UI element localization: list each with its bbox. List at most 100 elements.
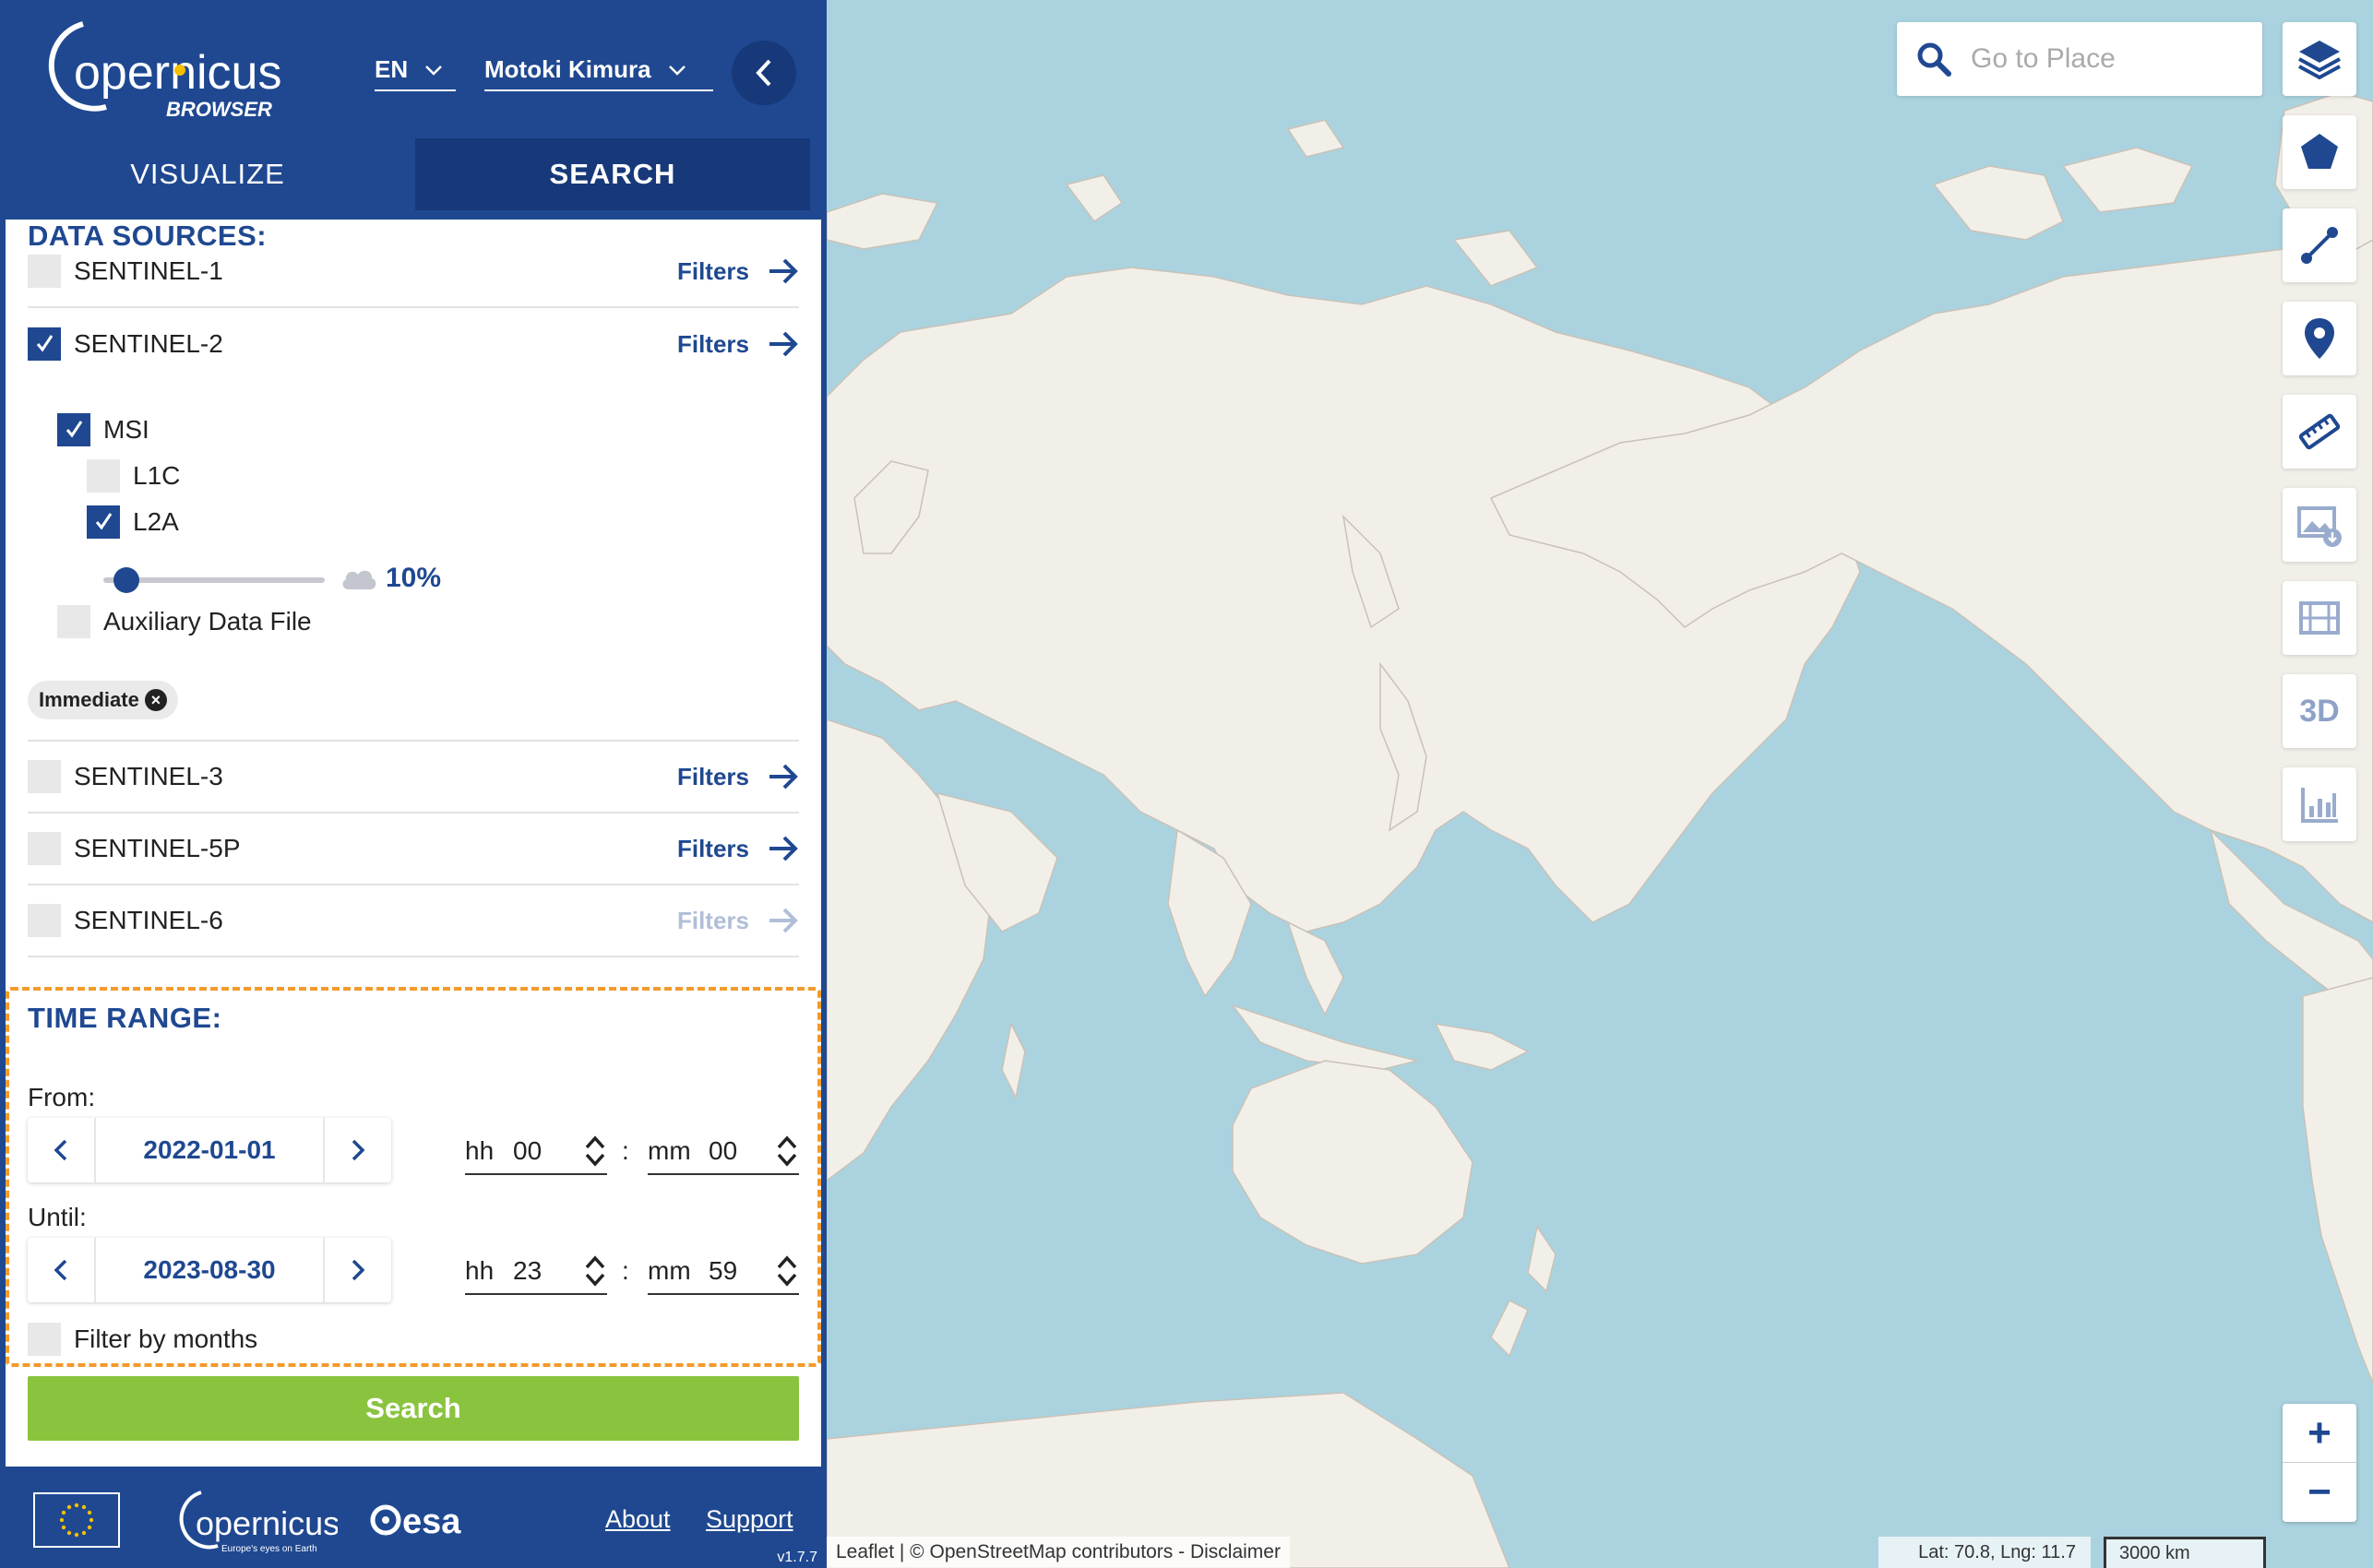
user-name: Motoki Kimura xyxy=(484,55,651,83)
film-icon xyxy=(2299,601,2340,635)
tab-search[interactable]: SEARCH xyxy=(415,138,810,210)
map-scale-bar: 3000 km xyxy=(2104,1537,2266,1568)
datasource-sentinel-1[interactable]: SENTINEL-1 Filters xyxy=(28,236,799,308)
eu-stars-icon xyxy=(59,1503,94,1538)
chevron-left-icon xyxy=(756,59,771,87)
chevron-left-icon xyxy=(54,1259,67,1281)
cloud-coverage-value: 10% xyxy=(386,563,442,593)
datasource-sentinel-6[interactable]: SENTINEL-6 Filters xyxy=(28,885,799,957)
arrow-right-icon xyxy=(769,908,798,933)
from-minute-field[interactable]: mm 00 xyxy=(648,1129,799,1175)
until-hour-value: 23 xyxy=(513,1256,543,1285)
go-to-place-search[interactable] xyxy=(1897,22,2262,96)
up-down-stepper-icon[interactable] xyxy=(775,1253,799,1289)
msi-checkbox[interactable] xyxy=(57,413,90,446)
from-prev-day-button[interactable] xyxy=(28,1118,94,1182)
3d-button[interactable]: 3D xyxy=(2283,674,2356,748)
sentinel-5p-checkbox[interactable] xyxy=(28,832,61,865)
sentinel-5p-filters-button[interactable]: Filters xyxy=(677,835,799,863)
datasource-sentinel-2[interactable]: SENTINEL-2 Filters xyxy=(28,308,799,380)
l1c-option[interactable]: L1C xyxy=(87,459,180,493)
chevron-right-icon xyxy=(352,1139,365,1161)
datasource-sentinel-5p[interactable]: SENTINEL-5P Filters xyxy=(28,814,799,885)
from-date-value[interactable]: 2022-01-01 xyxy=(94,1118,325,1182)
map-view[interactable]: 3D + − Leaflet | © OpenStreetMap contrib… xyxy=(827,0,2373,1568)
sidebar: opernicus BROWSER EN Motoki Kimura VISUA… xyxy=(0,0,827,1568)
sentinel-6-checkbox[interactable] xyxy=(28,904,61,937)
sentinel-2-filters-button[interactable]: Filters xyxy=(677,330,799,359)
filter-by-months-checkbox[interactable] xyxy=(28,1323,61,1356)
timelapse-button[interactable] xyxy=(2283,581,2356,655)
up-down-stepper-icon[interactable] xyxy=(583,1253,607,1289)
aux-file-option[interactable]: Auxiliary Data File xyxy=(57,605,312,638)
polygon-tool-button[interactable] xyxy=(2283,115,2356,189)
datasource-sentinel-3[interactable]: SENTINEL-3 Filters xyxy=(28,742,799,814)
until-date-value[interactable]: 2023-08-30 xyxy=(94,1238,325,1302)
search-button[interactable]: Search xyxy=(28,1376,799,1441)
copernicus-logo[interactable]: opernicus Europe's eyes on Earth xyxy=(162,1489,338,1559)
cloud-icon xyxy=(342,570,376,589)
remove-tag-icon[interactable]: × xyxy=(144,689,167,711)
world-map-land xyxy=(827,91,2373,1568)
sidebar-header: opernicus BROWSER EN Motoki Kimura VISUA… xyxy=(0,0,827,220)
image-download-button[interactable] xyxy=(2283,488,2356,562)
sentinel-3-checkbox[interactable] xyxy=(28,760,61,793)
slider-handle[interactable] xyxy=(113,567,140,593)
sentinel-1-filters-button[interactable]: Filters xyxy=(677,257,799,286)
collapse-sidebar-button[interactable] xyxy=(732,41,796,105)
sentinel-3-filters-button[interactable]: Filters xyxy=(677,763,799,791)
support-link[interactable]: Support xyxy=(706,1505,793,1534)
msi-option[interactable]: MSI xyxy=(57,413,149,446)
go-to-place-input[interactable] xyxy=(1971,43,2248,75)
svg-text:BROWSER: BROWSER xyxy=(166,98,272,121)
zoom-out-button[interactable]: − xyxy=(2283,1463,2356,1522)
l1c-checkbox[interactable] xyxy=(87,459,120,493)
cloud-coverage-slider[interactable] xyxy=(103,567,325,593)
sentinel-6-label: SENTINEL-6 xyxy=(74,906,223,934)
language-select[interactable]: EN xyxy=(375,55,456,91)
l2a-option[interactable]: L2A xyxy=(87,505,179,539)
tab-visualize[interactable]: VISUALIZE xyxy=(0,138,415,210)
line-tool-button[interactable] xyxy=(2283,208,2356,282)
filters-label: Filters xyxy=(676,256,749,285)
sentinel-1-label: SENTINEL-1 xyxy=(74,256,223,285)
search-icon xyxy=(1917,42,1951,77)
filter-by-months-option[interactable]: Filter by months xyxy=(28,1323,257,1356)
immediate-tag[interactable]: Immediate × xyxy=(28,681,178,719)
filter-by-months-label: Filter by months xyxy=(74,1324,258,1353)
arrow-right-icon xyxy=(769,331,798,357)
until-prev-day-button[interactable] xyxy=(28,1238,94,1302)
until-minute-field[interactable]: mm 59 xyxy=(648,1249,799,1295)
from-hour-field[interactable]: hh 00 xyxy=(465,1129,607,1175)
from-next-day-button[interactable] xyxy=(325,1118,391,1182)
arrow-right-icon xyxy=(769,258,798,284)
l2a-checkbox[interactable] xyxy=(87,505,120,539)
measure-tool-button[interactable] xyxy=(2283,395,2356,469)
sentinel-2-checkbox[interactable] xyxy=(28,327,61,361)
pin-tool-button[interactable] xyxy=(2283,302,2356,375)
checkmark-icon xyxy=(66,421,83,438)
esa-logo[interactable]: esa xyxy=(369,1498,480,1544)
l1c-label: L1C xyxy=(133,461,181,490)
sentinel-6-filters-button: Filters xyxy=(677,907,799,935)
map-attribution[interactable]: Leaflet | © OpenStreetMap contributors -… xyxy=(827,1537,1290,1568)
about-link[interactable]: About xyxy=(605,1505,671,1534)
minute-label: mm xyxy=(648,1136,691,1165)
up-down-stepper-icon[interactable] xyxy=(583,1133,607,1170)
until-hour-field[interactable]: hh 23 xyxy=(465,1249,607,1295)
map-toolbar: 3D xyxy=(2283,22,2356,861)
layers-button[interactable] xyxy=(2283,22,2356,96)
from-label: From: xyxy=(28,1083,96,1111)
user-menu[interactable]: Motoki Kimura xyxy=(484,55,713,91)
chart-icon xyxy=(2301,788,2338,823)
copernicus-browser-logo[interactable]: opernicus BROWSER xyxy=(18,17,295,123)
sentinel-1-checkbox[interactable] xyxy=(28,255,61,288)
chart-button[interactable] xyxy=(2283,767,2356,841)
svg-text:Europe's eyes on Earth: Europe's eyes on Earth xyxy=(221,1544,317,1554)
until-next-day-button[interactable] xyxy=(325,1238,391,1302)
zoom-control: + − xyxy=(2283,1404,2356,1522)
zoom-in-button[interactable]: + xyxy=(2283,1404,2356,1463)
cloud-coverage: 10% xyxy=(340,563,441,594)
aux-file-checkbox[interactable] xyxy=(57,605,90,638)
up-down-stepper-icon[interactable] xyxy=(775,1133,799,1170)
